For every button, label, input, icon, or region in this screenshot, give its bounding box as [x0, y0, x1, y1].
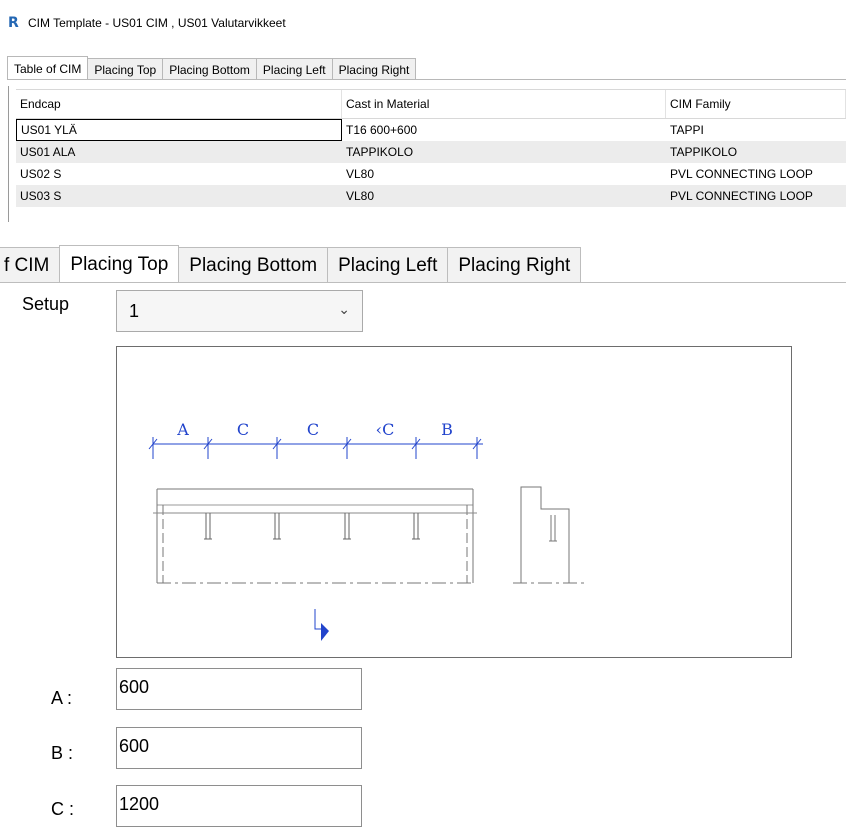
tab-divider [0, 282, 846, 283]
dim-label-b: B [441, 420, 453, 439]
table-cell[interactable]: TAPPIKOLO [342, 141, 666, 163]
b-input[interactable]: 600 [116, 727, 362, 769]
table-cell[interactable]: US02 S [16, 163, 342, 185]
field-label-b: B : [51, 743, 74, 763]
table-cell[interactable]: US01 ALA [16, 141, 342, 163]
c-value: 1200 [119, 794, 160, 814]
table-row[interactable]: US01 ALA TAPPIKOLO TAPPIKOLO [16, 141, 846, 163]
cim-table: Endcap Cast in Material CIM Family US01 … [16, 89, 846, 207]
tab-placing-left[interactable]: Placing Left [327, 247, 449, 283]
tab-placing-top[interactable]: Placing Top [59, 245, 180, 283]
tab-placing-right[interactable]: Placing Right [331, 58, 417, 80]
setup-value: 1 [129, 301, 140, 321]
beam-section [513, 486, 587, 584]
table-cell[interactable]: US03 S [16, 185, 342, 207]
beam-elevation [153, 488, 477, 584]
b-value: 600 [119, 736, 150, 756]
dim-label-c: C [307, 420, 319, 439]
setup-label: Setup [22, 294, 70, 314]
tab-placing-right[interactable]: Placing Right [447, 247, 582, 283]
field-label-a: A : [51, 688, 73, 708]
cast-in-inserts [204, 513, 420, 540]
dimension-line [148, 437, 483, 459]
cim-template-window: R CIM Template - US01 CIM , US01 Valutar… [0, 0, 846, 222]
placement-diagram: A C C ‹C B [148, 420, 587, 641]
a-value: 600 [119, 677, 150, 697]
table-cell[interactable]: VL80 [342, 163, 666, 185]
placement-preview: A C C ‹C B [116, 346, 792, 658]
tab-table-of-cim[interactable]: Table of CIM [7, 56, 89, 80]
column-header-cim-family[interactable]: CIM Family [666, 90, 846, 118]
dim-label-a: A [176, 420, 189, 439]
table-cell[interactable]: TAPPIKOLO [666, 141, 846, 163]
table-row[interactable]: US02 S VL80 PVL CONNECTING LOOP [16, 163, 846, 185]
chevron-down-icon: ⌄ [338, 301, 350, 317]
table-cell[interactable]: TAPPI [666, 119, 846, 141]
direction-arrow-icon [314, 609, 329, 641]
table-cell[interactable]: PVL CONNECTING LOOP [666, 163, 846, 185]
column-header-endcap[interactable]: Endcap [16, 90, 342, 118]
tab-divider [7, 79, 846, 80]
table-row[interactable]: US03 S VL80 PVL CONNECTING LOOP [16, 185, 846, 207]
tab-placing-bottom[interactable]: Placing Bottom [162, 58, 257, 80]
tab-strip: Table of CIM Placing Top Placing Bottom … [7, 56, 417, 80]
table-cell[interactable]: VL80 [342, 185, 666, 207]
tab-table-of-cim[interactable]: f CIM [0, 247, 61, 283]
table-cell[interactable]: US01 YLÄ [16, 119, 342, 141]
setup-select[interactable]: 1 ⌄ [116, 290, 363, 332]
column-header-cast-in-material[interactable]: Cast in Material [342, 90, 666, 118]
table-row[interactable]: US01 YLÄ T16 600+600 TAPPI [16, 119, 846, 141]
revit-r-icon: R [8, 15, 19, 31]
field-label-c: C : [51, 799, 75, 819]
dim-label-c: C [237, 420, 249, 439]
tab-placing-top[interactable]: Placing Top [87, 58, 164, 80]
c-input[interactable]: 1200 [116, 785, 362, 827]
tab-placing-left[interactable]: Placing Left [255, 58, 333, 80]
title-bar: R CIM Template - US01 CIM , US01 Valutar… [8, 13, 286, 33]
a-input[interactable]: 600 [116, 668, 362, 710]
zoomed-tab-strip: f CIM Placing Top Placing Bottom Placing… [0, 245, 582, 283]
table-cell[interactable]: T16 600+600 [342, 119, 666, 141]
table-cell[interactable]: PVL CONNECTING LOOP [666, 185, 846, 207]
table-header: Endcap Cast in Material CIM Family [16, 89, 846, 119]
window-title: CIM Template - US01 CIM , US01 Valutarvi… [28, 16, 286, 30]
tab-placing-bottom[interactable]: Placing Bottom [178, 247, 329, 283]
grid-border [8, 86, 9, 222]
dim-label-c: ‹C [376, 420, 395, 439]
